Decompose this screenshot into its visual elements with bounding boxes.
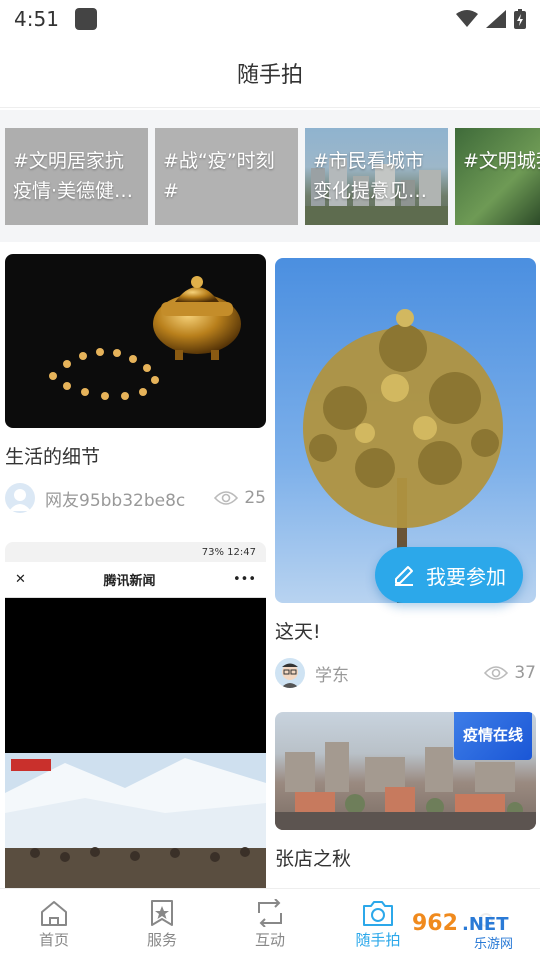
post-meta: 学东 37 (275, 658, 536, 688)
screenshot-status: 73% 12:47 (201, 546, 256, 558)
notification-icon (74, 8, 97, 30)
service-icon (151, 900, 173, 926)
view-count: 37 (484, 663, 536, 683)
video-area (5, 598, 266, 753)
tab-home[interactable]: 首页 (0, 889, 108, 960)
post-card[interactable]: 73% 12:47 ✕ 腾讯新闻 ••• (5, 542, 266, 888)
post-author: 学东 (315, 665, 349, 686)
eye-icon (484, 666, 509, 680)
post-meta: 网友95bb32be8c 25 (5, 483, 266, 513)
topic-label: #文明城我他… (463, 150, 540, 172)
page-header: 随手拍 (0, 38, 540, 108)
topic-card[interactable]: #文明居家抗疫情·美德健… (5, 128, 148, 225)
screenshot-app-bar: ✕ 腾讯新闻 ••• (5, 562, 266, 598)
topic-card[interactable]: #文明城我他… (455, 128, 540, 225)
view-count: 25 (214, 488, 266, 508)
view-count-value: 25 (244, 488, 266, 508)
svg-text:乐游网: 乐游网 (474, 937, 513, 952)
post-image[interactable]: 73% 12:47 ✕ 腾讯新闻 ••• (5, 542, 266, 888)
tab-label: 服务 (146, 931, 177, 949)
eye-icon (214, 491, 239, 505)
snow-scene-image (5, 753, 266, 888)
signal-icon (486, 10, 506, 28)
epidemic-badge[interactable]: 疫情在线 (454, 712, 532, 760)
svg-text:962: 962 (412, 911, 458, 936)
tab-interaction[interactable]: 互动 (216, 889, 324, 960)
tab-label: 互动 (254, 931, 285, 949)
post-card[interactable]: 这天! 学东 37 (275, 258, 536, 688)
post-image[interactable]: 疫情在线 (275, 712, 536, 830)
topic-card[interactable]: #市民看城市变化提意见… (305, 128, 448, 225)
censer-photo (49, 276, 241, 400)
post-title: 这天! (275, 621, 321, 643)
svg-text:.NET: .NET (462, 914, 509, 935)
watermark-image: 962 .NET 乐游网 (404, 904, 536, 952)
topic-label: #文明居家抗疫情·美德健… (13, 150, 134, 202)
join-button-label: 我要参加 (426, 564, 506, 589)
wifi-icon (456, 10, 478, 27)
epidemic-badge-label: 疫情在线 (462, 725, 523, 744)
user-avatar-icon (281, 663, 299, 688)
avatar[interactable] (275, 658, 305, 688)
close-icon: ✕ (15, 572, 26, 587)
more-icon: ••• (232, 572, 256, 587)
post-title: 张店之秋 (275, 848, 352, 870)
topic-card[interactable]: #战“疫”时刻# (155, 128, 298, 225)
screenshot-status-bar: 73% 12:47 (5, 542, 266, 562)
tab-label: 首页 (38, 931, 69, 949)
topic-label: #市民看城市变化提意见… (313, 150, 428, 202)
avatar[interactable] (5, 483, 35, 513)
post-card[interactable]: 生活的细节 网友95bb32be8c 25 (5, 254, 266, 513)
status-bar: 4:51 (0, 0, 540, 38)
join-button[interactable]: 我要参加 (375, 547, 523, 603)
post-card[interactable]: 疫情在线 张店之秋 (275, 712, 536, 871)
home-icon (41, 901, 67, 926)
topic-label: #战“疫”时刻# (163, 150, 275, 202)
pencil-icon (395, 566, 413, 586)
user-placeholder-icon (9, 489, 31, 511)
post-title: 生活的细节 (5, 446, 101, 468)
topic-carousel[interactable]: #文明居家抗疫情·美德健… #战“疫”时刻# #市民看城市变化提意见… #文明城… (0, 110, 540, 242)
screenshot-app-title: 腾讯新闻 (103, 574, 156, 589)
camera-icon (363, 901, 393, 926)
post-author: 网友95bb32be8c (45, 490, 186, 511)
battery-icon (514, 9, 526, 29)
watermark-logo: 962 .NET 乐游网 (404, 902, 536, 954)
interaction-icon (258, 899, 282, 927)
status-time: 4:51 (14, 7, 59, 31)
tab-label: 随手拍 (355, 931, 401, 949)
tab-service[interactable]: 服务 (108, 889, 216, 960)
page-title: 随手拍 (236, 62, 303, 88)
post-image[interactable] (5, 254, 266, 428)
view-count-value: 37 (514, 663, 536, 683)
